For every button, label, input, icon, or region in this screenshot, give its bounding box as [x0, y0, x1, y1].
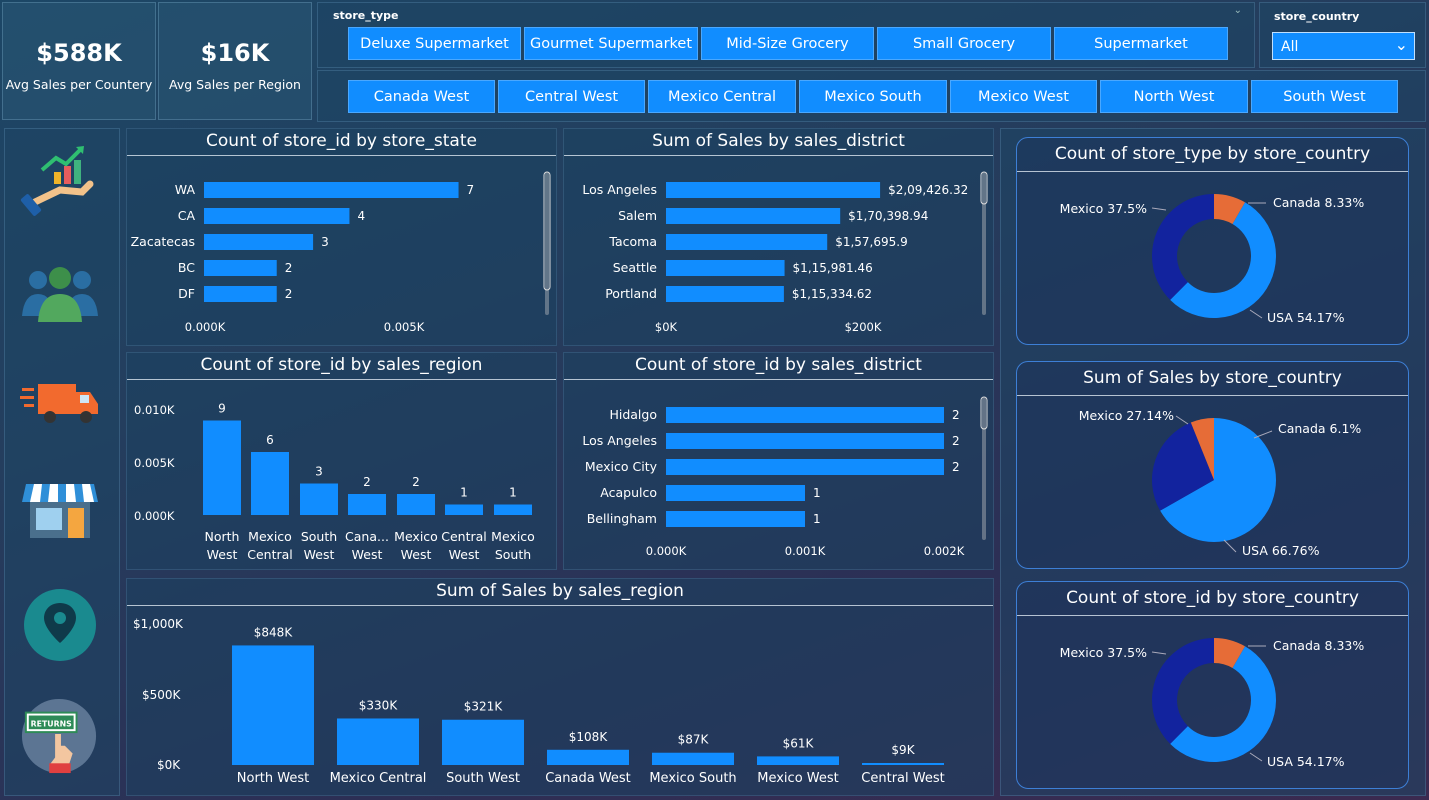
growth-hand-icon[interactable] [20, 140, 100, 220]
icon-sidebar [4, 128, 120, 796]
kpi-value: $16K [200, 39, 270, 67]
team-icon[interactable] [20, 252, 100, 332]
chart-count-by-district: Count of store_id by sales_district [563, 352, 994, 570]
slicer-title: store_country [1274, 10, 1360, 23]
kpi-avg-sales-region: $16K Avg Sales per Region [158, 2, 312, 120]
chart-store-state: Count of store_id by store_state [126, 128, 557, 346]
chart-count-by-region: Count of store_id by sales_region [126, 352, 557, 570]
chart-title: Sum of Sales by sales_district [652, 131, 905, 151]
chart-title: Sum of Sales by sales_region [436, 581, 684, 601]
kpi-avg-sales-country: $588K Avg Sales per Countery [2, 2, 156, 120]
kpi-value: $588K [36, 39, 122, 67]
tile-supermarket[interactable]: Supermarket [1054, 27, 1228, 60]
tile-canada-west[interactable]: Canada West [348, 80, 495, 113]
tile-mexico-central[interactable]: Mexico Central [648, 80, 796, 113]
store-icon[interactable] [20, 470, 100, 550]
chart-title: Count of store_id by store_state [206, 131, 477, 151]
tile-deluxe-supermarket[interactable]: Deluxe Supermarket [348, 27, 521, 60]
slicer-title: store_type [333, 9, 399, 22]
location-pin-icon[interactable] [20, 585, 100, 665]
chart-title: Sum of Sales by store_country [1083, 368, 1342, 388]
dropdown-value: All [1281, 39, 1299, 55]
chart-title: Count of store_type by store_country [1054, 144, 1371, 164]
chart-store-type-by-country: Count of store_type by store_country [1016, 137, 1409, 345]
chart-title: Count of store_id by sales_district [635, 355, 922, 375]
tile-small-grocery[interactable]: Small Grocery [877, 27, 1051, 60]
kpi-label: Avg Sales per Region [169, 77, 301, 92]
tile-mexico-south[interactable]: Mexico South [799, 80, 947, 113]
tile-north-west[interactable]: North West [1100, 80, 1248, 113]
chart-sales-by-region: Sum of Sales by sales_region [126, 578, 994, 796]
kpi-label: Avg Sales per Countery [5, 77, 153, 92]
chart-title: Count of store_id by sales_region [200, 355, 483, 375]
chevron-down-icon[interactable]: ⌄ [1234, 5, 1242, 16]
tile-gourmet-supermarket[interactable]: Gourmet Supermarket [524, 27, 698, 60]
returns-sign-text: RETURNS [31, 719, 73, 728]
tile-mid-size-grocery[interactable]: Mid-Size Grocery [701, 27, 874, 60]
delivery-truck-icon[interactable] [20, 362, 100, 442]
chart-title: Count of store_id by store_country [1066, 588, 1359, 608]
chart-sales-by-country: Sum of Sales by store_country [1016, 361, 1409, 569]
tile-central-west[interactable]: Central West [498, 80, 645, 113]
chevron-down-icon: ⌄ [1394, 35, 1408, 54]
returns-sign-icon[interactable]: RETURNS [20, 697, 98, 775]
chart-sales-by-district: Sum of Sales by sales_district [563, 128, 994, 346]
tile-south-west[interactable]: South West [1251, 80, 1398, 113]
store-country-dropdown[interactable]: All ⌄ [1272, 32, 1415, 60]
tile-mexico-west[interactable]: Mexico West [950, 80, 1097, 113]
chart-store-id-by-country: Count of store_id by store_country [1016, 581, 1409, 789]
